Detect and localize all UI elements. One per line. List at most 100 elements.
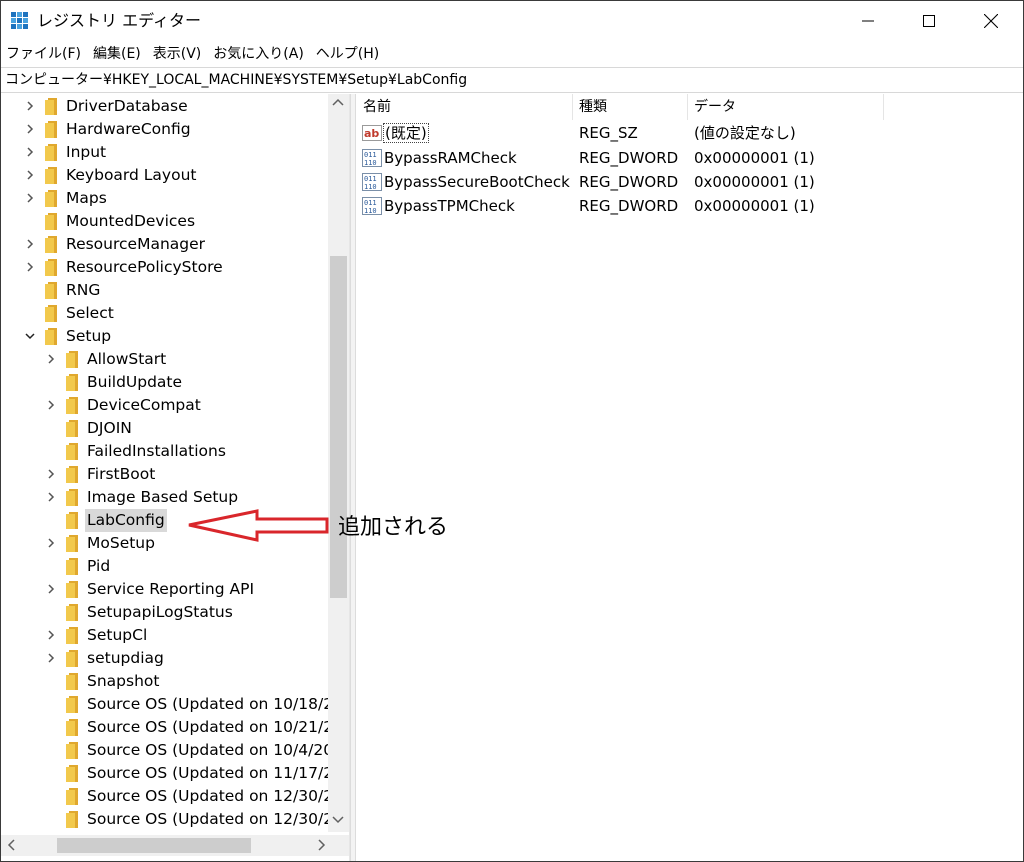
tree-item[interactable]: Service Reporting API (1, 578, 328, 601)
folder-icon (45, 328, 57, 345)
tree-item[interactable]: Snapshot (1, 670, 328, 693)
tree-item[interactable]: Pid (1, 555, 328, 578)
scroll-down-icon[interactable] (332, 816, 344, 824)
chevron-right-icon[interactable] (44, 628, 58, 642)
value-row[interactable]: 011 110 BypassSecureBootCheck REG_DWORD … (357, 170, 1023, 194)
chevron-right-icon[interactable] (44, 582, 58, 596)
chevron-right-icon[interactable] (23, 168, 37, 182)
tree-item-label: setupdiag (87, 649, 164, 667)
chevron-right-icon[interactable] (23, 122, 37, 136)
minimize-button[interactable] (837, 1, 899, 40)
key-tree-pane[interactable]: DriverDatabase HardwareConfig Input Keyboar… (1, 94, 350, 861)
address-bar[interactable]: コンピューター¥HKEY_LOCAL_MACHINE¥SYSTEM¥Setup¥… (1, 67, 1023, 93)
tree-item[interactable]: Source OS (Updated on 11/17/20 (1, 762, 343, 785)
column-type-header[interactable]: 種類 (573, 94, 688, 120)
registry-editor-icon (11, 12, 28, 29)
value-row[interactable]: 011 110 BypassRAMCheck REG_DWORD 0x00000… (357, 146, 1023, 170)
chevron-right-icon[interactable] (23, 237, 37, 251)
tree-item[interactable]: RNG (1, 279, 328, 302)
tree-item-label: BuildUpdate (87, 373, 183, 391)
menu-favorites[interactable]: お気に入り(A) (213, 44, 304, 64)
scroll-right-icon[interactable] (318, 839, 326, 851)
chevron-right-icon[interactable] (44, 398, 58, 412)
folder-icon (66, 673, 78, 690)
chevron-right-icon[interactable] (23, 145, 37, 159)
folder-icon (45, 305, 57, 322)
chevron-right-icon[interactable] (23, 191, 37, 205)
tree-item[interactable]: Source OS (Updated on 12/30/20 (1, 808, 343, 831)
chevron-right-icon[interactable] (44, 651, 58, 665)
value-row[interactable]: ab (既定) REG_SZ (値の設定なし) (357, 121, 1023, 145)
tree-item[interactable]: AllowStart (1, 348, 328, 371)
maximize-button[interactable] (898, 1, 960, 40)
tree-item[interactable]: Image Based Setup (1, 486, 328, 509)
tree-item[interactable]: Select (1, 302, 328, 325)
column-data-header[interactable]: データ (688, 94, 884, 120)
tree-item[interactable]: DriverDatabase (1, 95, 328, 118)
tree-item-label: SetupCl (87, 626, 148, 644)
tree-item-label: LabConfig (85, 509, 167, 532)
list-header: 名前 種類 データ (357, 94, 1023, 120)
folder-icon (66, 604, 78, 621)
tree-item[interactable]: SetupapiLogStatus (1, 601, 328, 624)
chevron-right-icon[interactable] (44, 352, 58, 366)
svg-text:ab: ab (364, 127, 379, 140)
svg-text:011: 011 (364, 151, 377, 159)
tree-item-label: Source OS (Updated on 12/30/20 (87, 810, 343, 828)
folder-icon (66, 512, 78, 529)
folder-icon (66, 374, 78, 391)
tree-item[interactable]: DJOIN (1, 417, 328, 440)
tree-item[interactable]: SetupCl (1, 624, 328, 647)
title-bar[interactable]: レジストリ エディター (1, 1, 1023, 40)
menu-view[interactable]: 表示(V) (153, 44, 202, 64)
tree-item[interactable]: ResourcePolicyStore (1, 256, 328, 279)
tree-item[interactable]: HardwareConfig (1, 118, 328, 141)
tree-item[interactable]: Input (1, 141, 328, 164)
tree-item[interactable]: FirstBoot (1, 463, 328, 486)
binary-value-icon: 011 110 (362, 173, 382, 191)
folder-icon (66, 811, 78, 828)
tree-item[interactable]: DeviceCompat (1, 394, 328, 417)
scroll-up-icon[interactable] (332, 98, 344, 106)
chevron-down-icon[interactable] (23, 329, 37, 343)
scroll-left-icon[interactable] (7, 839, 15, 851)
tree-item[interactable]: Maps (1, 187, 328, 210)
tree-item[interactable]: MountedDevices (1, 210, 328, 233)
annotation-arrow-icon (188, 509, 329, 542)
column-name-header[interactable]: 名前 (357, 94, 573, 120)
menu-edit[interactable]: 編集(E) (93, 44, 141, 64)
menu-file[interactable]: ファイル(F) (6, 44, 81, 64)
tree-item[interactable]: Setup (1, 325, 328, 348)
tree-item[interactable]: BuildUpdate (1, 371, 328, 394)
tree-item[interactable]: Keyboard Layout (1, 164, 328, 187)
tree-item-label: Input (66, 143, 107, 161)
close-button[interactable] (960, 1, 1022, 40)
value-name: (既定) (383, 123, 429, 143)
tree-item[interactable]: Source OS (Updated on 10/4/201 (1, 739, 343, 762)
folder-icon (45, 259, 57, 276)
annotation-text: 追加される (338, 515, 449, 540)
close-icon (984, 13, 998, 28)
pane-splitter[interactable] (350, 94, 356, 861)
chevron-right-icon[interactable] (44, 467, 58, 481)
tree-horizontal-scroll-thumb[interactable] (57, 838, 251, 853)
tree-horizontal-scrollbar[interactable] (1, 835, 349, 856)
tree-item[interactable]: Source OS (Updated on 12/30/20 (1, 785, 343, 808)
tree-item-label: Service Reporting API (87, 580, 255, 598)
folder-icon (66, 489, 78, 506)
tree-item[interactable]: Source OS (Updated on 10/21/20 (1, 716, 343, 739)
chevron-right-icon[interactable] (23, 99, 37, 113)
value-list-pane[interactable]: 名前 種類 データ ab (既定) REG_SZ (値の設定なし) 011 11… (357, 94, 1023, 861)
chevron-right-icon[interactable] (23, 260, 37, 274)
tree-item[interactable]: Source OS (Updated on 10/18/20 (1, 693, 343, 716)
menu-help[interactable]: ヘルプ(H) (316, 44, 379, 64)
value-row[interactable]: 011 110 BypassTPMCheck REG_DWORD 0x00000… (357, 194, 1023, 218)
tree-item[interactable]: FailedInstallations (1, 440, 328, 463)
tree-item-label: Source OS (Updated on 10/21/20 (87, 718, 343, 736)
tree-item[interactable]: setupdiag (1, 647, 328, 670)
tree-item[interactable]: ResourceManager (1, 233, 328, 256)
tree-vertical-scrollbar[interactable] (328, 94, 349, 832)
chevron-right-icon[interactable] (44, 536, 58, 550)
tree-vertical-scroll-thumb[interactable] (330, 256, 347, 598)
chevron-right-icon[interactable] (44, 490, 58, 504)
